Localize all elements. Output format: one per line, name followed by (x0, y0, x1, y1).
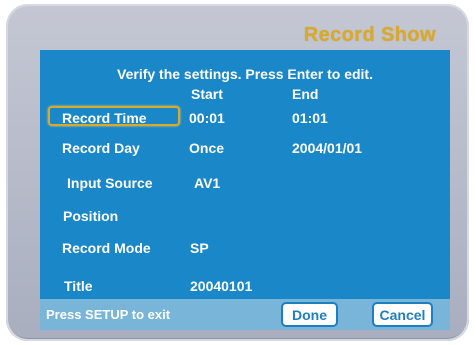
end-column-header: End (292, 86, 319, 102)
dialog-title: Record Show (303, 24, 436, 46)
record-mode-value[interactable]: SP (190, 240, 209, 256)
title-value[interactable]: 20040101 (190, 278, 252, 294)
dialog-frame: Record Show Verify the settings. Press E… (6, 4, 469, 341)
position-label: Position (63, 208, 119, 224)
done-button[interactable]: Done (281, 302, 338, 327)
footer-hint: Press SETUP to exit (46, 307, 171, 322)
cancel-button[interactable]: Cancel (372, 302, 433, 327)
record-day-value[interactable]: Once (189, 140, 224, 156)
record-time-start-value[interactable]: 00:01 (189, 110, 225, 126)
input-source-label: Input Source (67, 175, 153, 191)
record-day-date-value[interactable]: 2004/01/01 (292, 140, 362, 156)
start-column-header: Start (191, 86, 223, 102)
settings-panel: Verify the settings. Press Enter to edit… (40, 50, 450, 330)
record-day-label: Record Day (62, 140, 140, 156)
input-source-value[interactable]: AV1 (194, 175, 220, 191)
footer-bar: Press SETUP to exit Done Cancel (40, 299, 450, 330)
title-label: Title (64, 278, 93, 294)
record-time-label: Record Time (62, 110, 147, 126)
record-mode-label: Record Mode (62, 240, 151, 256)
instruction-text: Verify the settings. Press Enter to edit… (117, 66, 373, 82)
record-time-end-value[interactable]: 01:01 (292, 110, 328, 126)
